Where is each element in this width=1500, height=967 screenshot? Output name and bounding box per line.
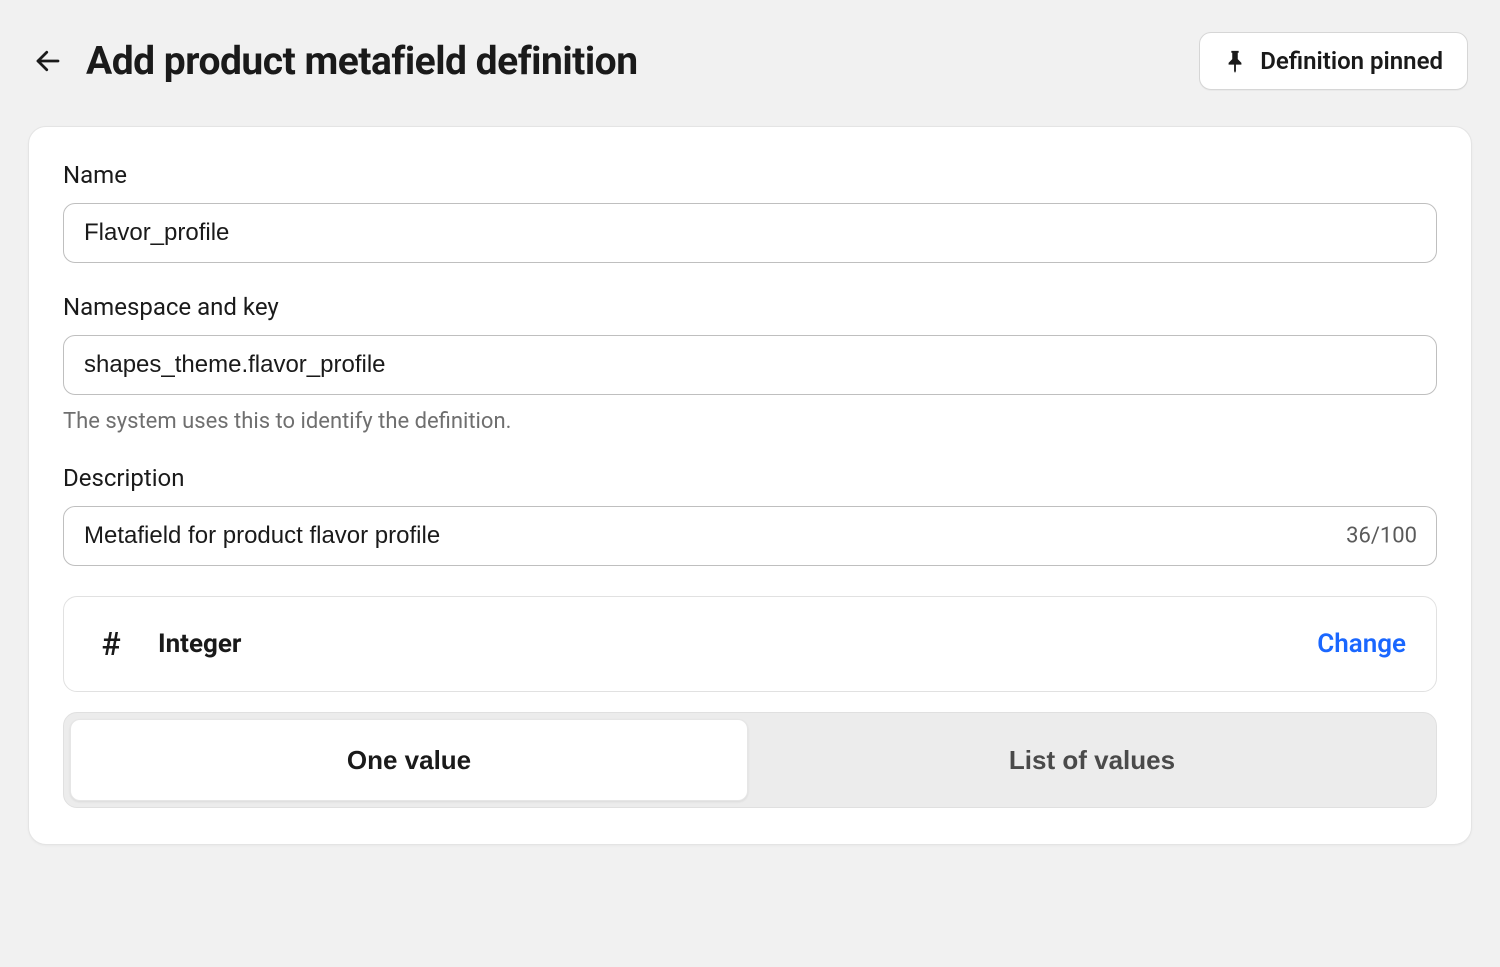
description-field: Description 36/100 <box>63 464 1437 566</box>
page: Add product metafield definition Definit… <box>0 0 1500 877</box>
name-input[interactable] <box>63 203 1437 263</box>
name-field: Name <box>63 161 1437 263</box>
type-label: Integer <box>158 629 241 659</box>
page-header: Add product metafield definition Definit… <box>28 32 1472 90</box>
description-char-count: 36/100 <box>1346 524 1417 549</box>
arrow-left-icon <box>33 46 63 76</box>
form-card: Name Namespace and key The system uses t… <box>28 126 1472 845</box>
one-value-button[interactable]: One value <box>70 719 748 801</box>
description-wrapper: 36/100 <box>63 506 1437 566</box>
type-selector: # Integer Change <box>63 596 1437 692</box>
description-input[interactable] <box>63 506 1437 566</box>
list-of-values-button[interactable]: List of values <box>754 719 1430 801</box>
namespace-field: Namespace and key The system uses this t… <box>63 293 1437 434</box>
name-label: Name <box>63 161 1437 189</box>
value-mode-toggle: One value List of values <box>63 712 1437 808</box>
namespace-input[interactable] <box>63 335 1437 395</box>
pin-icon <box>1224 49 1246 73</box>
namespace-label: Namespace and key <box>63 293 1437 321</box>
namespace-help: The system uses this to identify the def… <box>63 409 1437 434</box>
definition-pinned-button[interactable]: Definition pinned <box>1199 32 1468 90</box>
description-label: Description <box>63 464 1437 492</box>
page-title: Add product metafield definition <box>86 38 638 84</box>
type-left: # Integer <box>94 625 241 663</box>
hash-icon: # <box>94 625 128 663</box>
pin-label: Definition pinned <box>1260 47 1443 75</box>
change-type-link[interactable]: Change <box>1317 629 1406 659</box>
back-button[interactable] <box>32 45 64 77</box>
header-left: Add product metafield definition <box>32 38 638 84</box>
